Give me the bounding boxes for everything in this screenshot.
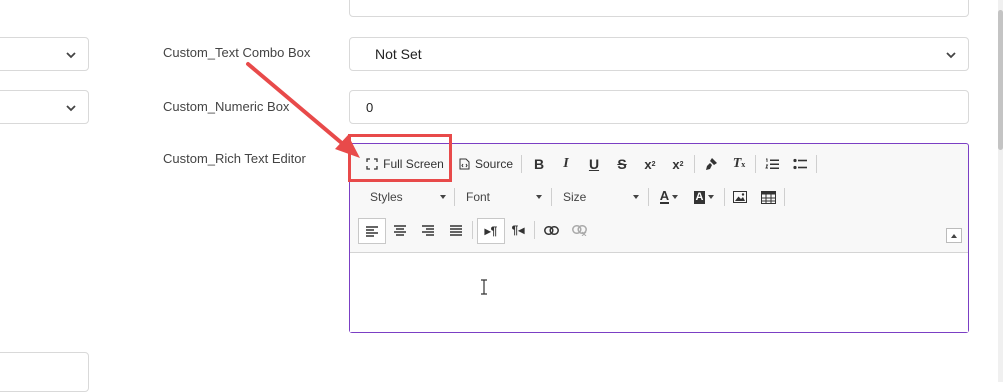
scrollbar[interactable] [998, 0, 1003, 382]
scrollbar-thumb[interactable] [998, 10, 1003, 150]
annotation-arrow [246, 62, 360, 158]
